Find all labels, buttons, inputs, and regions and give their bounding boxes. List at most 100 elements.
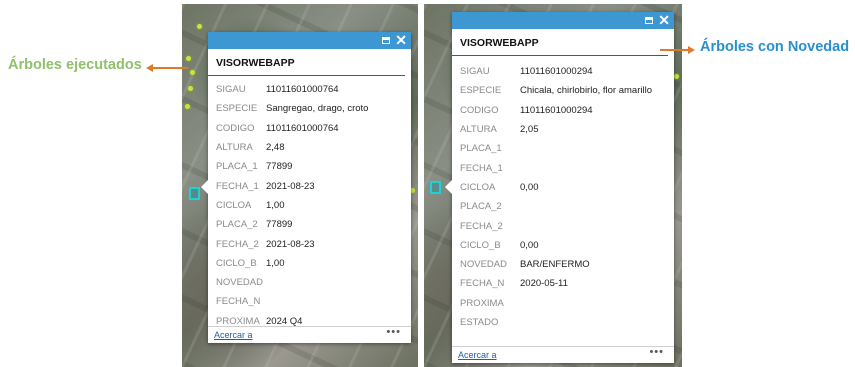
attribute-value: 77899 xyxy=(266,161,293,173)
attribute-value: Sangregao, drago, croto xyxy=(266,103,369,115)
attribute-row: FECHA_1 2021-08-23 xyxy=(208,176,411,195)
close-icon[interactable]: ✕ xyxy=(395,33,407,48)
attribute-row: SIGAU 11011601000764 xyxy=(208,80,411,99)
tree-point[interactable] xyxy=(186,56,191,61)
attribute-row: FECHA_2 2021-08-23 xyxy=(208,234,411,253)
attribute-key: NOVEDAD xyxy=(216,277,263,289)
feature-popup: ✕ VISORWEBAPP SIGAU 11011601000294 ESPECIE… xyxy=(445,12,674,363)
attribute-key: ALTURA xyxy=(460,124,497,136)
attribute-key: CODIGO xyxy=(460,104,499,116)
attribute-key: ESPECIE xyxy=(460,85,502,97)
attribute-table: SIGAU 11011601000294 ESPECIE Chicala, chirl… xyxy=(452,56,674,358)
attribute-row: FECHA_1 xyxy=(452,158,674,177)
tree-point[interactable] xyxy=(197,24,202,29)
attribute-row: SIGAU 11011601000294 xyxy=(452,62,674,81)
attribute-key: SIGAU xyxy=(216,84,246,96)
attribute-key: PROXIMA xyxy=(460,297,504,309)
attribute-value: BAR/ENFERMO xyxy=(520,259,590,271)
maximize-icon[interactable] xyxy=(382,37,391,44)
popup-pointer xyxy=(445,180,452,194)
popup-title: VISORWEBAPP xyxy=(452,29,668,56)
attribute-row: PROXIMA xyxy=(452,294,674,313)
popup-footer: Acercar a ••• xyxy=(452,346,674,363)
attribute-row: ALTURA 2,48 xyxy=(208,138,411,157)
attribute-row: FECHA_N xyxy=(208,292,411,311)
attribute-row: PLACA_1 xyxy=(452,139,674,158)
attribute-value: Chicala, chirlobirlo, flor amarillo xyxy=(520,85,652,97)
attribute-row: CODIGO 11011601000764 xyxy=(208,119,411,138)
zoom-to-link[interactable]: Acercar a xyxy=(458,350,497,360)
callout-trees-with-issue: Árboles con Novedad xyxy=(700,39,850,55)
attribute-table: SIGAU 11011601000764 ESPECIE Sangregao, dra… xyxy=(208,76,411,338)
attribute-value: 77899 xyxy=(266,219,293,231)
attribute-value: 2020-05-11 xyxy=(520,278,568,290)
attribute-key: ESTADO xyxy=(460,317,499,328)
close-icon[interactable]: ✕ xyxy=(658,13,670,28)
attribute-key: FECHA_1 xyxy=(460,162,503,174)
attribute-key: PLACA_1 xyxy=(216,161,258,173)
tree-point[interactable] xyxy=(190,70,195,75)
attribute-key: CODIGO xyxy=(216,122,255,134)
attribute-key: CICLOA xyxy=(460,181,496,193)
attribute-key: FECHA_N xyxy=(460,278,505,290)
attribute-row: ALTURA 2,05 xyxy=(452,120,674,139)
attribute-row: NOVEDAD BAR/ENFERMO xyxy=(452,255,674,274)
attribute-row: FECHA_2 xyxy=(452,216,674,235)
attribute-row: CODIGO 11011601000294 xyxy=(452,101,674,120)
popup-footer: Acercar a ••• xyxy=(208,326,411,343)
tree-point[interactable] xyxy=(188,86,193,91)
attribute-value: 0,00 xyxy=(520,239,539,251)
attribute-value: 11011601000764 xyxy=(266,84,339,96)
attribute-row: CICLOA 1,00 xyxy=(208,196,411,215)
attribute-row: CICLOA 0,00 xyxy=(452,178,674,197)
maximize-icon[interactable] xyxy=(645,17,654,24)
attribute-value: 1,00 xyxy=(266,199,285,211)
attribute-row: PLACA_2 xyxy=(452,197,674,216)
attribute-key: FECHA_N xyxy=(216,296,261,308)
more-options-icon[interactable]: ••• xyxy=(649,346,664,358)
selected-tree-marker[interactable] xyxy=(189,187,200,200)
attribute-key: FECHA_2 xyxy=(216,238,259,250)
attribute-value: 11011601000764 xyxy=(266,122,339,134)
attribute-row: CICLO_B 0,00 xyxy=(452,236,674,255)
attribute-value: 2021-08-23 xyxy=(266,180,315,192)
attribute-row: ESTADO xyxy=(452,313,674,332)
attribute-value: 11011601000294 xyxy=(520,66,593,78)
attribute-key: SIGAU xyxy=(460,66,490,78)
attribute-value: 1,00 xyxy=(266,257,285,269)
attribute-row: ESPECIE Chicala, chirlobirlo, flor amaril… xyxy=(452,81,674,100)
attribute-key: CICLOA xyxy=(216,199,252,211)
attribute-key: ESPECIE xyxy=(216,103,258,115)
attribute-key: PLACA_1 xyxy=(460,143,502,155)
callout-arrow xyxy=(660,49,688,51)
attribute-key: FECHA_1 xyxy=(216,180,259,192)
attribute-value: 2,05 xyxy=(520,124,539,136)
popup-pointer xyxy=(201,180,208,194)
attribute-key: FECHA_2 xyxy=(460,220,503,232)
attribute-key: NOVEDAD xyxy=(460,259,507,271)
more-options-icon[interactable]: ••• xyxy=(386,326,401,338)
attribute-key: CICLO_B xyxy=(216,257,257,269)
attribute-row: CICLO_B 1,00 xyxy=(208,254,411,273)
attribute-key: PLACA_2 xyxy=(460,201,502,213)
tree-point[interactable] xyxy=(674,74,679,79)
attribute-key: PLACA_2 xyxy=(216,219,258,231)
zoom-to-link[interactable]: Acercar a xyxy=(214,330,253,340)
attribute-row: NOVEDAD xyxy=(208,273,411,292)
attribute-key: ALTURA xyxy=(216,142,253,154)
callout-arrowhead xyxy=(146,64,153,72)
tree-point[interactable] xyxy=(185,104,190,109)
attribute-value: 2,48 xyxy=(266,142,285,154)
attribute-row: PLACA_2 77899 xyxy=(208,215,411,234)
callout-executed-trees: Árboles ejecutados xyxy=(8,57,142,73)
attribute-value: 11011601000294 xyxy=(520,104,593,116)
callout-arrowhead xyxy=(688,46,695,54)
attribute-key: CICLO_B xyxy=(460,239,501,251)
attribute-row: ESPECIE Sangregao, drago, croto xyxy=(208,99,411,118)
popup-title-bar: ✕ xyxy=(452,12,674,29)
callout-arrow xyxy=(152,67,188,69)
feature-popup: ✕ VISORWEBAPP SIGAU 11011601000764 ESPECIE… xyxy=(201,32,411,343)
attribute-value: 0,00 xyxy=(520,181,539,193)
selected-tree-marker[interactable] xyxy=(430,181,441,194)
attribute-value: 2021-08-23 xyxy=(266,238,315,250)
